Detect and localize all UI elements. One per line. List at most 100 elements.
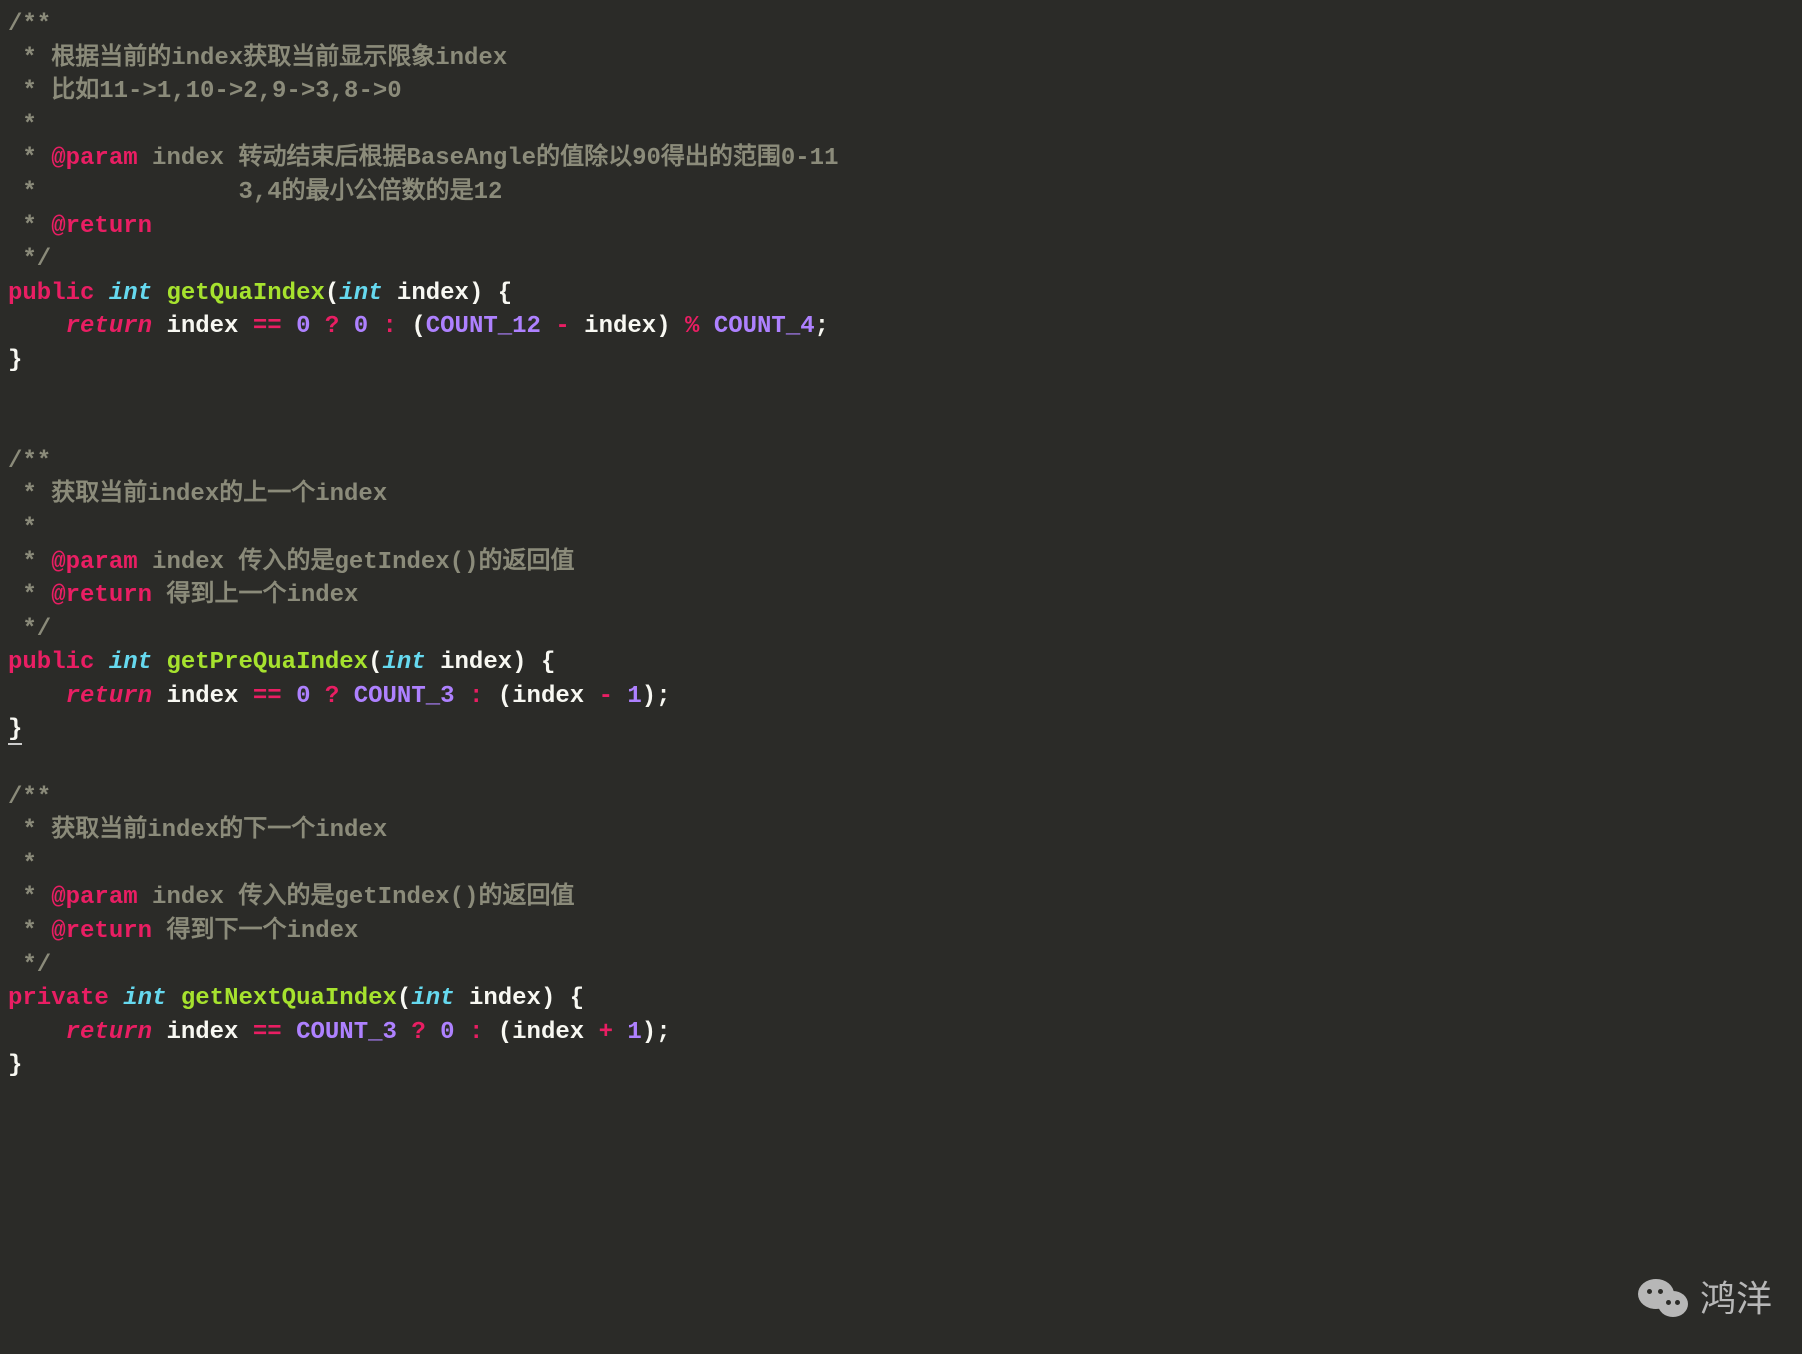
number-literal: 0 (440, 1019, 454, 1046)
return-keyword: return (66, 683, 152, 710)
method-name: getNextQuaIndex (181, 985, 397, 1012)
return-tag: @return (51, 918, 152, 945)
paren: ) (512, 649, 526, 676)
javadoc-text: index 传入的是getIndex()的返回值 (138, 549, 575, 576)
javadoc-line: /** (8, 11, 51, 38)
paren: ( (411, 313, 425, 340)
javadoc-line: * (8, 851, 37, 878)
number-literal: 0 (296, 683, 310, 710)
variable: index (512, 1019, 584, 1046)
method-name: getPreQuaIndex (166, 649, 368, 676)
javadoc-line: */ (8, 246, 51, 273)
type-keyword: int (109, 649, 152, 676)
operator: - (555, 313, 569, 340)
operator: == (253, 313, 282, 340)
brace: } (8, 347, 22, 374)
operator: - (599, 683, 613, 710)
javadoc-line: /** (8, 448, 51, 475)
paren: ) (642, 683, 656, 710)
modifier-keyword: private (8, 985, 109, 1012)
type-keyword: int (109, 280, 152, 307)
type-keyword: int (339, 280, 382, 307)
constant: COUNT_3 (296, 1019, 397, 1046)
modifier-keyword: public (8, 649, 94, 676)
paren: ) (469, 280, 483, 307)
method-name: getQuaIndex (166, 280, 324, 307)
javadoc-text: 得到下一个index (152, 918, 358, 945)
paren: ( (368, 649, 382, 676)
constant: COUNT_3 (354, 683, 455, 710)
modifier-keyword: public (8, 280, 94, 307)
brace: { (541, 649, 555, 676)
javadoc-line: * (8, 884, 51, 911)
javadoc-line: * 根据当前的index获取当前显示限象index (8, 45, 507, 72)
operator: : (469, 683, 483, 710)
brace: { (570, 985, 584, 1012)
constant: COUNT_4 (714, 313, 815, 340)
variable: index (166, 1019, 238, 1046)
param-tag: @param (51, 145, 137, 172)
variable: index (166, 683, 238, 710)
javadoc-text: index 转动结束后根据BaseAngle的值除以90得出的范围0-11 (138, 145, 839, 172)
return-keyword: return (66, 313, 152, 340)
javadoc-line: * (8, 582, 51, 609)
operator: ? (411, 1019, 425, 1046)
watermark: 鸿洋 (1636, 1274, 1772, 1324)
javadoc-text: index 传入的是getIndex()的返回值 (138, 884, 575, 911)
brace: } (8, 1052, 22, 1079)
javadoc-line: * (8, 112, 37, 139)
javadoc-line: */ (8, 616, 51, 643)
javadoc-line: * (8, 515, 37, 542)
javadoc-line: * (8, 549, 51, 576)
operator: ? (325, 683, 339, 710)
number-literal: 1 (627, 683, 641, 710)
operator: : (469, 1019, 483, 1046)
number-literal: 1 (627, 1019, 641, 1046)
number-literal: 0 (354, 313, 368, 340)
operator: == (253, 1019, 282, 1046)
paren: ( (325, 280, 339, 307)
javadoc-line: * (8, 213, 51, 240)
variable: index (584, 313, 656, 340)
type-keyword: int (383, 649, 426, 676)
javadoc-line: * 3,4的最小公倍数的是12 (8, 179, 502, 206)
constant: COUNT_12 (426, 313, 541, 340)
semicolon: ; (656, 683, 670, 710)
code-editor[interactable]: /** * 根据当前的index获取当前显示限象index * 比如11->1,… (0, 0, 1802, 1083)
operator: == (253, 683, 282, 710)
paren: ) (642, 1019, 656, 1046)
javadoc-line: */ (8, 952, 51, 979)
javadoc-line: * (8, 145, 51, 172)
paren: ) (541, 985, 555, 1012)
paren: ( (397, 985, 411, 1012)
return-tag: @return (51, 582, 152, 609)
return-tag: @return (51, 213, 152, 240)
javadoc-line: /** (8, 784, 51, 811)
semicolon: ; (656, 1019, 670, 1046)
param-name: index (469, 985, 541, 1012)
number-literal: 0 (296, 313, 310, 340)
type-keyword: int (123, 985, 166, 1012)
javadoc-line: * 获取当前index的上一个index (8, 481, 387, 508)
type-keyword: int (411, 985, 454, 1012)
param-name: index (440, 649, 512, 676)
javadoc-line: * 比如11->1,10->2,9->3,8->0 (8, 78, 402, 105)
paren: ( (498, 1019, 512, 1046)
variable: index (166, 313, 238, 340)
operator: ? (325, 313, 339, 340)
javadoc-text: 得到上一个index (152, 582, 358, 609)
brace: { (498, 280, 512, 307)
param-name: index (397, 280, 469, 307)
javadoc-line: * (8, 918, 51, 945)
param-tag: @param (51, 884, 137, 911)
operator: + (599, 1019, 613, 1046)
paren: ( (498, 683, 512, 710)
wechat-icon (1636, 1275, 1692, 1323)
variable: index (512, 683, 584, 710)
javadoc-line: * 获取当前index的下一个index (8, 817, 387, 844)
return-keyword: return (66, 1019, 152, 1046)
operator: : (383, 313, 397, 340)
paren: ) (656, 313, 670, 340)
watermark-text: 鸿洋 (1700, 1274, 1772, 1324)
operator: % (685, 313, 699, 340)
